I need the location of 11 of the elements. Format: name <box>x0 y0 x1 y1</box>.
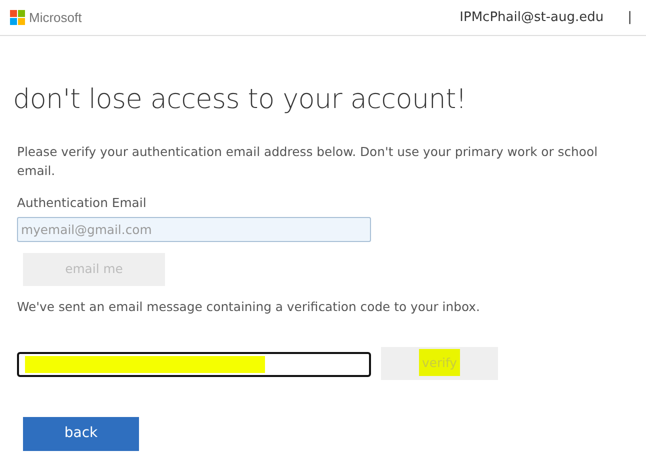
back-button[interactable]: back <box>23 416 139 451</box>
logo-icon <box>10 10 25 25</box>
page-title: don't lose access to your account! <box>13 84 468 116</box>
field-label: Authentication Email <box>17 194 146 212</box>
account-email[interactable]: IPMcPhail@st-aug.edu <box>460 8 604 28</box>
sent-message: We've sent an email message containing a verification code to your inbox. <box>17 298 480 316</box>
instructions-text: Please verify your authentication email address below. Don't use your primary work or school email. <box>17 143 599 180</box>
email-field[interactable]: myemail@gmail.com <box>17 217 371 242</box>
separator: | <box>628 8 632 27</box>
code-field[interactable] <box>17 352 371 377</box>
brand-name: Microsoft <box>29 8 82 27</box>
